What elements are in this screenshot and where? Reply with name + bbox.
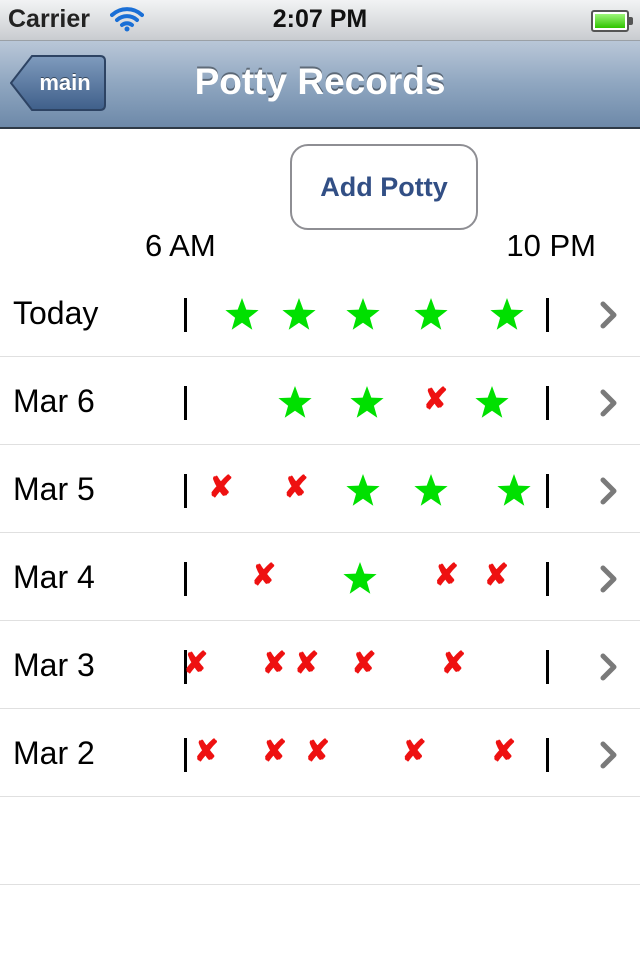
success-star-icon [277,385,313,419]
row-date-label: Mar 2 [13,735,95,771]
accident-x-icon: ✘ [193,735,220,768]
chevron-right-icon [598,301,620,334]
accident-x-icon: ✘ [261,647,288,680]
row-date-label: Mar 4 [13,559,95,595]
battery-icon [591,10,633,32]
add-potty-button[interactable]: Add Potty [290,144,478,230]
table-row[interactable]: Mar 5 ✘ ✘ [0,445,640,533]
chevron-right-icon [598,653,620,686]
table-row[interactable]: Mar 3 ✘ ✘ ✘ ✘ ✘ [0,621,640,709]
row-date-label: Mar 5 [13,471,95,507]
success-star-icon [413,297,449,331]
success-star-icon [496,473,532,507]
row-date-label: Mar 6 [13,383,95,419]
accident-x-icon: ✘ [440,647,467,680]
timeline-start-tick [184,474,187,508]
timeline-end-tick [546,650,549,684]
accident-x-icon: ✘ [294,647,320,680]
accident-x-icon: ✘ [491,735,517,768]
status-bar: Carrier 2:07 PM [0,0,640,41]
timeline-end-tick [546,386,549,420]
battery-level [595,14,625,28]
timeline-start-tick [184,738,187,772]
row-date-label: Today [13,295,99,331]
success-star-icon [349,385,385,419]
success-star-icon [345,297,381,331]
table-row[interactable]: Mar 2 ✘ ✘ ✘ ✘ ✘ [0,709,640,797]
back-button[interactable]: main [10,54,106,112]
accident-x-icon: ✘ [401,735,427,768]
table-row[interactable]: Today [0,269,640,357]
success-star-icon [345,473,381,507]
success-star-icon [489,297,525,331]
table-row[interactable]: Mar 4 ✘ ✘ ✘ [0,533,640,621]
timeline-start-tick [184,386,187,420]
accident-x-icon: ✘ [423,383,449,416]
row-date-label: Mar 3 [13,647,95,683]
chevron-right-icon [598,741,620,774]
accident-x-icon: ✘ [251,559,277,592]
accident-x-icon: ✘ [351,647,377,680]
success-star-icon [281,297,317,331]
back-button-label: main [39,70,91,95]
table-row[interactable]: Mar 6 ✘ [0,357,640,445]
success-star-icon [342,561,378,595]
empty-row [0,797,640,885]
axis-start-label: 6 AM [145,228,216,263]
accident-x-icon: ✘ [183,647,209,680]
chevron-right-icon [598,565,620,598]
accident-x-icon: ✘ [208,471,234,504]
axis-end-label: 10 PM [506,228,596,263]
success-star-icon [413,473,449,507]
chevron-right-icon [598,389,620,422]
accident-x-icon: ✘ [283,471,309,504]
success-star-icon [224,297,260,331]
timeline-end-tick [546,738,549,772]
timeline-end-tick [546,298,549,332]
accident-x-icon: ✘ [433,559,459,592]
timeline-end-tick [546,562,549,596]
accident-x-icon: ✘ [483,559,510,592]
timeline-start-tick [184,298,187,332]
timeline-end-tick [546,474,549,508]
status-time: 2:07 PM [272,5,368,33]
success-star-icon [474,385,510,419]
accident-x-icon: ✘ [261,735,288,768]
timeline-start-tick [184,562,187,596]
navigation-bar: Potty Records main [0,41,640,129]
chevron-right-icon [598,477,620,510]
accident-x-icon: ✘ [304,735,331,768]
